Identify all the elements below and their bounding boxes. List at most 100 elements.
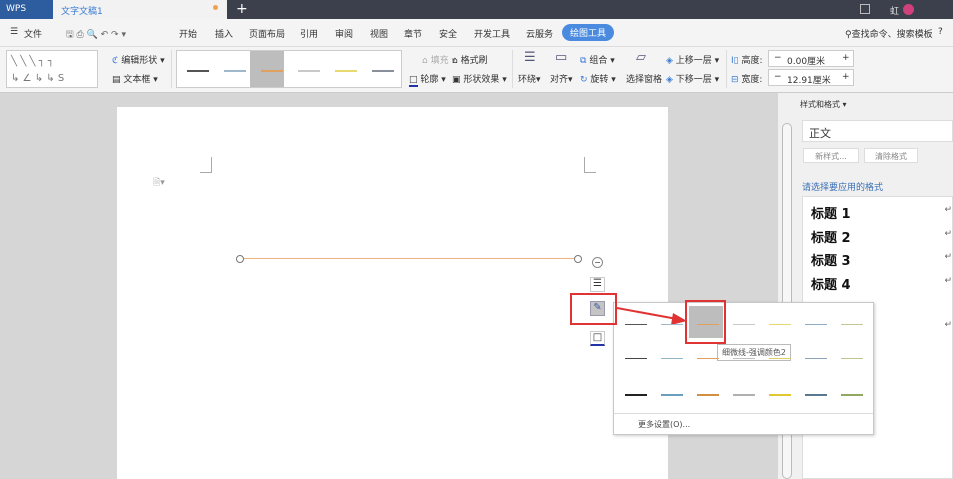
line-style-option[interactable] (298, 70, 320, 72)
user-name[interactable]: 虹 (890, 4, 899, 17)
textbox-button[interactable]: ▤ 文本框 ▾ (112, 72, 158, 85)
line-style-option[interactable] (625, 358, 647, 359)
decrease-button[interactable]: − (774, 53, 782, 63)
line-style-option[interactable] (661, 394, 683, 396)
line-style-option[interactable] (769, 358, 791, 359)
fill-button[interactable]: ⌂ 填充 ▾ (422, 53, 456, 66)
search-command[interactable]: ⚲查找命令、搜索模板 (845, 27, 933, 40)
bring-forward-icon: ◈ (666, 56, 673, 66)
tab-cloud[interactable]: 云服务 (526, 27, 553, 40)
increase-button[interactable]: + (842, 53, 850, 63)
tab-drawing-tools[interactable]: 绘图工具 (562, 24, 615, 41)
line-style-option[interactable] (372, 70, 394, 72)
line-style-option[interactable] (697, 394, 719, 396)
shape-gallery[interactable]: ╲ ╲ ╲ ┐ ┐ ↳ ∠ ↳ ↳ S (6, 50, 98, 88)
line-style-option[interactable] (187, 70, 209, 72)
shape-effect-button[interactable]: ▣ 形状效果 ▾ (452, 72, 507, 85)
line-style-option[interactable] (261, 70, 283, 72)
tab-document[interactable]: 文字文稿1 (53, 0, 227, 19)
width-label: ⊟ 宽度: (731, 72, 762, 85)
panel-title[interactable]: 样式和格式 ▾ (800, 99, 847, 110)
shape-line[interactable] (244, 258, 578, 259)
increase-button[interactable]: + (842, 72, 850, 82)
tab-review[interactable]: 审阅 (335, 27, 353, 40)
line-style-option[interactable] (805, 394, 827, 396)
tab-layout[interactable]: 页面布局 (249, 27, 285, 40)
label: 对齐 (550, 75, 569, 85)
style-item[interactable]: 标题 3 (811, 250, 851, 269)
resize-handle-right[interactable] (574, 255, 582, 263)
line-style-option[interactable] (733, 324, 755, 325)
outline-style-icon[interactable]: □ (590, 331, 605, 346)
width-stepper[interactable]: −12.91厘米 + (768, 69, 854, 86)
send-backward-button[interactable]: ◈ 下移一层 ▾ (666, 72, 719, 85)
collapse-icon[interactable]: − (592, 257, 603, 268)
tab-view[interactable]: 视图 (370, 27, 388, 40)
line-style-option[interactable] (769, 324, 791, 325)
wrap-button[interactable]: 环绕▾ (518, 72, 541, 85)
line-style-gallery[interactable] (176, 50, 402, 88)
label: 填充 (430, 56, 449, 66)
label: 形状效果 (463, 75, 500, 85)
current-style-field[interactable]: 正文 (802, 120, 953, 142)
rotate-button[interactable]: ↻ 旋转 ▾ (580, 72, 616, 85)
line-style-option[interactable] (841, 324, 863, 325)
group-button[interactable]: ⧉ 组合 ▾ (580, 53, 615, 66)
line-style-option[interactable] (697, 358, 719, 359)
height-input[interactable]: 0.00厘米 (787, 54, 825, 67)
window-icon[interactable] (860, 4, 870, 14)
line-style-option[interactable] (697, 324, 719, 325)
selected-style-cell (250, 51, 284, 87)
line-style-option[interactable] (661, 324, 683, 325)
textbox-icon: ▤ (112, 75, 124, 85)
line-style-option[interactable] (841, 358, 863, 359)
line-style-option[interactable] (805, 358, 827, 359)
layout-options-icon[interactable]: ☰ (590, 277, 605, 292)
outline-button[interactable]: □ 轮廓 ▾ (409, 72, 446, 87)
ribbon: ╲ ╲ ╲ ┐ ┐ ↳ ∠ ↳ ↳ S ℭ 编辑形状 ▾ ▤ 文本框 ▾ ⌂ 填充… (0, 47, 953, 93)
help-button[interactable]: ? (938, 27, 943, 37)
edit-shape-button[interactable]: ℭ 编辑形状 ▾ (112, 53, 165, 66)
line-style-option[interactable] (625, 324, 647, 325)
tab-start[interactable]: 开始 (179, 27, 197, 40)
format-painter-button[interactable]: ⌂ 格式刷 (452, 53, 488, 66)
tab-security[interactable]: 安全 (439, 27, 457, 40)
line-style-option[interactable] (224, 70, 246, 72)
width-input[interactable]: 12.91厘米 (787, 73, 831, 86)
decrease-button[interactable]: − (774, 72, 782, 82)
style-item[interactable]: 标题 2 (811, 227, 851, 246)
height-stepper[interactable]: −0.00厘米 + (768, 50, 854, 67)
label: 文本框 (123, 75, 151, 85)
clear-format-button[interactable]: 清除格式 (864, 148, 918, 163)
line-style-option[interactable] (841, 394, 863, 396)
more-settings-item[interactable]: 更多设置(O)... (638, 419, 690, 430)
return-icon: ↵ (944, 276, 952, 286)
tab-developer[interactable]: 开发工具 (474, 27, 510, 40)
paragraph-icon[interactable]: 🗎▾ (153, 175, 165, 191)
menu-icon[interactable]: ☰ (10, 27, 18, 37)
selection-pane-button[interactable]: 选择窗格 (626, 72, 662, 85)
line-style-option[interactable] (769, 394, 791, 396)
bring-forward-button[interactable]: ◈ 上移一层 ▾ (666, 53, 719, 66)
resize-handle-left[interactable] (236, 255, 244, 263)
tab-wps-home[interactable]: WPS (0, 0, 53, 19)
label: 环绕 (518, 75, 537, 85)
new-tab-button[interactable]: + (236, 1, 248, 17)
style-item[interactable]: 标题 1 (811, 203, 851, 222)
line-style-option[interactable] (733, 394, 755, 396)
line-style-option[interactable] (661, 358, 683, 359)
line-style-option[interactable] (625, 394, 647, 396)
new-style-button[interactable]: 新样式... (803, 148, 859, 163)
menu-file[interactable]: 文件 (24, 27, 42, 40)
align-button[interactable]: 对齐▾ (550, 72, 573, 85)
tab-insert[interactable]: 插入 (215, 27, 233, 40)
line-style-option[interactable] (805, 324, 827, 325)
line-style-option[interactable] (335, 70, 357, 72)
avatar[interactable] (903, 4, 914, 15)
style-item[interactable]: 标题 4 (811, 274, 851, 293)
quick-access-icons[interactable]: 🖫 ⎙ 🔍 ↶ ↷ ▾ (66, 27, 126, 43)
tab-references[interactable]: 引用 (300, 27, 318, 40)
line-style-option[interactable] (733, 358, 755, 359)
label: 标题 2 (811, 231, 851, 246)
tab-section[interactable]: 章节 (404, 27, 422, 40)
